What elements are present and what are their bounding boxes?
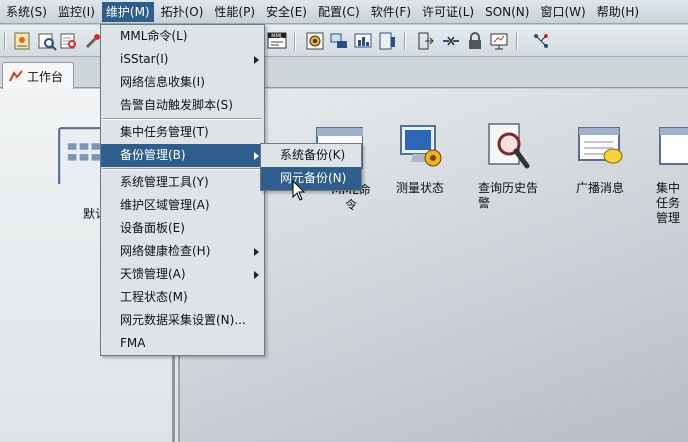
menu-configuration[interactable]: 配置(C) xyxy=(314,2,364,22)
menu-item-label: 维护区域管理(A) xyxy=(120,198,210,212)
desktop-item-label: 测量状态 xyxy=(395,181,444,195)
tab-workbench[interactable]: 工作台 xyxy=(2,62,74,89)
menu-monitor[interactable]: 监控(I) xyxy=(54,2,99,22)
menu-item-area-management[interactable]: 维护区域管理(A) xyxy=(101,194,264,217)
document-info-icon[interactable] xyxy=(376,30,398,52)
desktop-item-measurement-status[interactable]: 测量状态 xyxy=(382,122,458,196)
maintenance-menu: MML命令(L) iSStar(I) 网络信息收集(I) 告警自动触发脚本(S)… xyxy=(100,24,265,356)
menu-item-project-status[interactable]: 工程状态(M) xyxy=(101,286,264,309)
desktop-item-label: 查询历史告警 xyxy=(478,181,539,210)
menu-item-label: 设备面板(E) xyxy=(120,221,185,235)
menu-separator xyxy=(103,118,262,120)
menu-item-label: 网络健康检查(H) xyxy=(120,244,211,258)
desktop-item-label: 广播消息 xyxy=(575,181,624,195)
presentation-board-icon[interactable] xyxy=(488,30,510,52)
mml-badge-text: MML xyxy=(271,34,283,40)
menu-maintenance[interactable]: 维护(M) xyxy=(101,1,154,22)
menu-topology[interactable]: 拓扑(O) xyxy=(157,2,208,22)
workbench-tab-icon xyxy=(9,70,23,82)
menu-item-label: 备份管理(B) xyxy=(120,148,186,162)
menu-item-task-management[interactable]: 集中任务管理(T) xyxy=(101,121,264,144)
mouse-pointer-icon xyxy=(292,180,306,201)
menu-software[interactable]: 软件(F) xyxy=(367,2,415,22)
menu-performance[interactable]: 性能(P) xyxy=(210,2,259,22)
menu-item-health-check[interactable]: 网络健康检查(H) xyxy=(101,240,264,263)
submenu-arrow-icon xyxy=(254,248,259,256)
menu-son[interactable]: SON(N) xyxy=(481,2,533,22)
measurement-status-icon xyxy=(400,125,442,167)
menu-item-backup-management[interactable]: 备份管理(B) xyxy=(101,144,264,167)
topology-view-icon[interactable] xyxy=(12,30,34,52)
menu-bar: 系统(S) 监控(I) 维护(M) 拓扑(O) 性能(P) 安全(E) 配置(C… xyxy=(0,0,688,24)
desktop-item-task-management[interactable]: 集中任务管理 xyxy=(650,122,688,226)
toolbar-separator xyxy=(294,32,296,50)
alarm-browse-icon[interactable] xyxy=(36,30,58,52)
menu-item-label: FMA xyxy=(120,336,146,350)
disconnect-icon[interactable] xyxy=(440,30,462,52)
lock-icon[interactable] xyxy=(464,30,486,52)
menu-item-label: 系统备份(K) xyxy=(280,148,346,162)
topology-link-icon[interactable] xyxy=(530,30,552,52)
menu-license[interactable]: 许可证(L) xyxy=(418,2,478,22)
tab-workbench-label: 工作台 xyxy=(27,69,64,84)
menu-item-label: 系统管理工具(Y) xyxy=(120,175,209,189)
broadcast-message-icon xyxy=(578,127,623,164)
menu-item-ne-data-collection[interactable]: 网元数据采集设置(N)... xyxy=(101,309,264,332)
exit-door-icon[interactable] xyxy=(414,30,436,52)
menu-item-system-backup[interactable]: 系统备份(K) xyxy=(261,144,361,167)
desktop-item-history-alarm[interactable]: 查询历史告警 xyxy=(470,122,546,211)
menu-window[interactable]: 窗口(W) xyxy=(536,2,589,22)
backup-submenu: 系统备份(K) 网元备份(N) xyxy=(260,143,362,191)
menu-item-label: 网元数据采集设置(N)... xyxy=(120,313,246,327)
menu-item-label: MML命令(L) xyxy=(120,29,188,43)
submenu-arrow-icon xyxy=(254,56,259,64)
menu-security[interactable]: 安全(E) xyxy=(262,2,311,22)
search-document-icon[interactable] xyxy=(58,30,80,52)
chart-monitor-icon[interactable] xyxy=(352,30,374,52)
menu-item-ne-backup[interactable]: 网元备份(N) xyxy=(261,167,361,190)
submenu-arrow-icon xyxy=(254,271,259,279)
menu-item-network-info-collection[interactable]: 网络信息收集(I) xyxy=(101,71,264,94)
submenu-arrow-icon xyxy=(254,152,259,160)
menu-item-antenna-management[interactable]: 天馈管理(A) xyxy=(101,263,264,286)
network-device-icon[interactable] xyxy=(328,30,350,52)
measurement-icon[interactable] xyxy=(304,30,326,52)
menu-item-mml-command[interactable]: MML命令(L) xyxy=(101,25,264,48)
menu-item-fma[interactable]: FMA xyxy=(101,332,264,355)
toolbar-separator xyxy=(4,32,6,50)
menu-item-isstar[interactable]: iSStar(I) xyxy=(101,48,264,71)
toolbar-separator xyxy=(516,32,518,50)
desktop-item-label: 集中任务管理 xyxy=(656,181,681,225)
desktop-item-broadcast-message[interactable]: 广播消息 xyxy=(562,122,638,196)
menu-item-label: iSStar(I) xyxy=(120,52,169,66)
menu-item-label: 告警自动触发脚本(S) xyxy=(120,98,233,112)
menu-item-label: 天馈管理(A) xyxy=(120,267,186,281)
menu-item-label: 集中任务管理(T) xyxy=(120,125,209,139)
menu-item-device-panel[interactable]: 设备面板(E) xyxy=(101,217,264,240)
menu-item-label: 工程状态(M) xyxy=(120,290,188,304)
menu-item-label: 网元备份(N) xyxy=(280,171,347,185)
mml-command-icon[interactable]: MML xyxy=(266,30,288,52)
history-alarm-query-icon xyxy=(488,123,530,169)
menu-item-alarm-trigger-script[interactable]: 告警自动触发脚本(S) xyxy=(101,94,264,117)
toolbar-separator xyxy=(404,32,406,50)
menu-system[interactable]: 系统(S) xyxy=(2,2,51,22)
menu-separator xyxy=(103,168,262,170)
menu-item-label: 网络信息收集(I) xyxy=(120,75,205,89)
task-management-icon xyxy=(659,127,688,165)
menu-item-system-tools[interactable]: 系统管理工具(Y) xyxy=(101,171,264,194)
menu-help[interactable]: 帮助(H) xyxy=(593,2,643,22)
